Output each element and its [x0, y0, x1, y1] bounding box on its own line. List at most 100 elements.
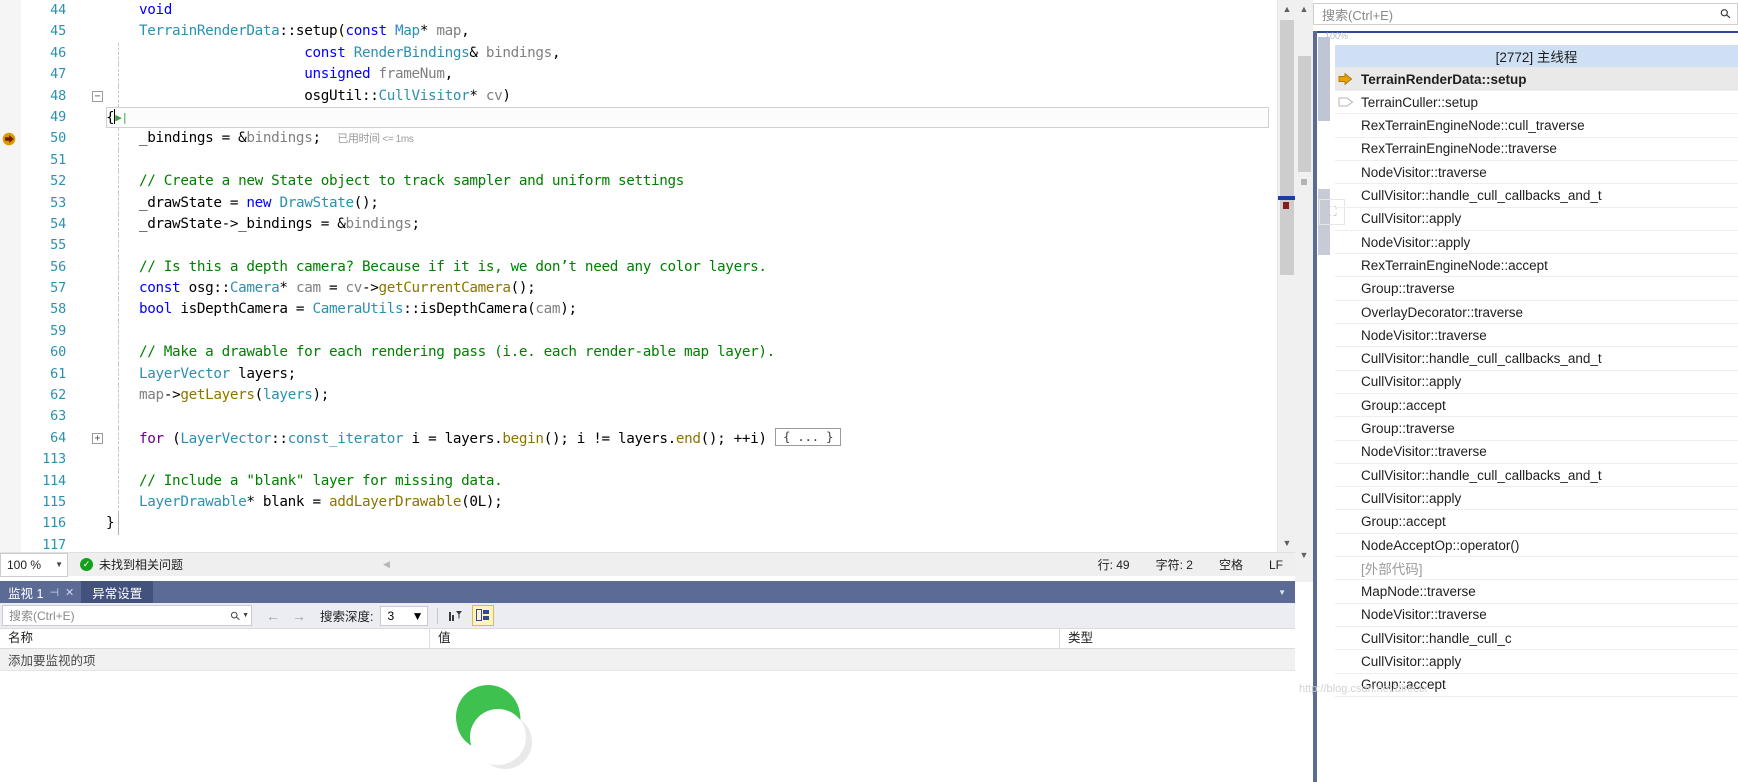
call-stack-frame[interactable]: [外部代码]: [1335, 557, 1738, 581]
call-stack-frame[interactable]: NodeVisitor::traverse: [1335, 324, 1738, 348]
zoom-level-combobox[interactable]: 100 % ▼: [0, 552, 68, 577]
code-line[interactable]: 54 _drawState->_bindings = &bindings;: [0, 213, 1277, 236]
inner-scrollbar-thumb[interactable]: [1318, 37, 1330, 121]
pin-icon[interactable]: ⊣: [49, 586, 59, 599]
call-stack-frame[interactable]: CullVisitor::handle_cull_callbacks_and_t: [1335, 185, 1738, 208]
code-line[interactable]: 61 LayerVector layers;: [0, 363, 1277, 386]
watch-search-navigation[interactable]: ← →: [266, 608, 306, 624]
code-text[interactable]: for (LayerVector::const_iterator i = lay…: [106, 427, 842, 450]
code-line[interactable]: 46 const RenderBindings& bindings,: [0, 42, 1277, 65]
code-line[interactable]: 60 // Make a drawable for each rendering…: [0, 342, 1277, 364]
tabbar-overflow-icon[interactable]: ▼: [1278, 588, 1295, 597]
editor-vertical-scrollbar[interactable]: ▲ ▼: [1277, 0, 1295, 552]
layout-toggle-icon[interactable]: [472, 605, 495, 626]
scroll-down-icon[interactable]: ▼: [1278, 534, 1295, 552]
panel-vertical-scrollbar[interactable]: ▲ ▼: [1295, 0, 1313, 582]
code-line[interactable]: 62 map->getLayers(layers);: [0, 385, 1277, 407]
call-stack-frame[interactable]: Group::accept: [1335, 511, 1738, 534]
close-icon[interactable]: ✕: [65, 586, 74, 599]
scrollbar-thumb[interactable]: [1298, 56, 1311, 172]
call-stack-thread-header[interactable]: [2772] 主线程: [1335, 45, 1738, 68]
call-stack-frame[interactable]: NodeVisitor::traverse: [1335, 604, 1738, 627]
call-stack-frame[interactable]: RexTerrainEngineNode::traverse: [1335, 138, 1738, 161]
code-line[interactable]: 113: [0, 449, 1277, 471]
code-line[interactable]: 50 _bindings = &bindings; 已用时间 <= 1ms: [0, 128, 1277, 150]
call-stack-frame[interactable]: Group::accept: [1335, 394, 1738, 418]
code-line[interactable]: 49 {▶|: [0, 106, 1277, 129]
code-text[interactable]: // Include a "blank" layer for missing d…: [106, 471, 503, 492]
nav-previous-icon[interactable]: ◀: [383, 559, 390, 570]
code-text[interactable]: // Is this a depth camera? Because if it…: [106, 257, 767, 278]
code-text[interactable]: osgUtil::CullVisitor* cv): [106, 86, 511, 107]
code-text[interactable]: LayerDrawable* blank = addLayerDrawable(…: [106, 492, 503, 513]
line-ending-indicator[interactable]: LF: [1269, 558, 1283, 572]
call-stack-frame[interactable]: RexTerrainEngineNode::cull_traverse: [1335, 115, 1738, 138]
code-text[interactable]: TerrainRenderData::setup(const Map* map,: [106, 21, 470, 42]
tab-watch-1[interactable]: 监视 1 ⊣ ✕: [0, 581, 81, 603]
call-stack-frame[interactable]: NodeVisitor::apply: [1335, 231, 1738, 255]
code-text[interactable]: _drawState = new DrawState();: [106, 193, 379, 214]
code-line[interactable]: 116}: [0, 513, 1277, 535]
collapse-icon[interactable]: −: [92, 90, 103, 102]
call-stack-frame[interactable]: NodeVisitor::traverse: [1335, 161, 1738, 185]
search-icon[interactable]: ⚲: [228, 608, 244, 624]
code-line[interactable]: 55: [0, 235, 1277, 257]
call-stack-frame[interactable]: OverlayDecorator::traverse: [1335, 301, 1738, 324]
search-icon[interactable]: ⚲: [1717, 5, 1735, 23]
code-text[interactable]: void: [106, 0, 172, 21]
code-line[interactable]: 48 − osgUtil::CullVisitor* cv): [0, 85, 1277, 107]
tab-exception-settings[interactable]: 异常设置: [81, 581, 154, 603]
column-header-value[interactable]: 值: [430, 628, 1060, 649]
code-line[interactable]: 64 + for (LayerVector::const_iterator i =…: [0, 427, 1277, 450]
code-text[interactable]: unsigned frameNum,: [106, 64, 453, 85]
code-text[interactable]: const RenderBindings& bindings,: [106, 43, 560, 64]
code-text[interactable]: _drawState->_bindings = &bindings;: [106, 214, 420, 235]
code-text[interactable]: bool isDepthCamera = CameraUtils::isDept…: [106, 299, 577, 320]
code-line[interactable]: 63: [0, 406, 1277, 428]
call-stack-frame[interactable]: Group::traverse: [1335, 278, 1738, 301]
call-stack-frame[interactable]: CullVisitor::apply: [1335, 651, 1738, 674]
code-text[interactable]: }: [106, 513, 115, 534]
call-stack-frame[interactable]: CullVisitor::handle_cull_c: [1335, 627, 1738, 651]
code-text[interactable]: {▶|: [106, 107, 128, 129]
code-lines-container[interactable]: 44 void 45 TerrainRenderData::setup(const…: [0, 0, 1277, 552]
indentation-indicator[interactable]: 空格: [1219, 556, 1243, 573]
call-stack-frame[interactable]: CullVisitor::apply: [1335, 371, 1738, 394]
call-stack-frame[interactable]: Group::traverse: [1335, 418, 1738, 441]
call-stack-frame[interactable]: CullVisitor::handle_cull_callbacks_and_t: [1335, 464, 1738, 488]
column-header-type[interactable]: 类型: [1060, 628, 1093, 649]
call-stack-frame[interactable]: MapNode::traverse: [1335, 581, 1738, 604]
code-line[interactable]: 56 // Is this a depth camera? Because if…: [0, 256, 1277, 279]
call-stack-frame[interactable]: CullVisitor::apply: [1335, 208, 1738, 231]
column-header-name[interactable]: 名称: [0, 628, 430, 649]
scroll-up-icon[interactable]: ▲: [1295, 0, 1313, 18]
call-stack-frame[interactable]: NodeVisitor::traverse: [1335, 441, 1738, 464]
watch-search-input[interactable]: 搜索(Ctrl+E) ⚲ ▼: [2, 605, 252, 626]
code-line[interactable]: 117: [0, 535, 1277, 552]
code-text[interactable]: // Make a drawable for each rendering pa…: [106, 342, 775, 363]
scroll-down-icon[interactable]: ▼: [1295, 546, 1313, 564]
code-line[interactable]: 52 // Create a new State object to track…: [0, 171, 1277, 193]
call-stack-frame[interactable]: NodeAcceptOp::operator(): [1335, 534, 1738, 557]
current-statement-arrow-icon[interactable]: [2, 132, 18, 146]
code-line[interactable]: 53 _drawState = new DrawState();: [0, 192, 1277, 214]
code-line[interactable]: 115 LayerDrawable* blank = addLayerDrawa…: [0, 491, 1277, 514]
chevron-down-icon[interactable]: ▼: [242, 612, 249, 619]
call-stack-search-input[interactable]: 搜索(Ctrl+E) ⚲: [1313, 3, 1738, 25]
code-line[interactable]: 44 void: [0, 0, 1277, 21]
search-depth-combobox[interactable]: 3 ▼: [380, 605, 429, 626]
call-stack-frame[interactable]: RexTerrainEngineNode::accept: [1335, 254, 1738, 278]
code-text[interactable]: map->getLayers(layers);: [106, 385, 329, 406]
call-stack-frame[interactable]: TerrainRenderData::setup: [1335, 68, 1738, 91]
code-text[interactable]: _bindings = &bindings; 已用时间 <= 1ms: [106, 128, 414, 150]
search-prev-icon[interactable]: ←: [266, 608, 280, 624]
code-line[interactable]: 51: [0, 149, 1277, 172]
scrollbar-thumb[interactable]: [1280, 20, 1294, 275]
code-text[interactable]: LayerVector layers;: [106, 364, 296, 385]
watch-list-body[interactable]: [0, 671, 1295, 782]
code-line[interactable]: 45 TerrainRenderData::setup(const Map* m…: [0, 21, 1277, 42]
code-line[interactable]: 114 // Include a "blank" layer for missi…: [0, 470, 1277, 492]
search-next-icon[interactable]: →: [292, 608, 306, 624]
code-text[interactable]: const osg::Camera* cam = cv->getCurrentC…: [106, 278, 536, 299]
call-stack-frame[interactable]: CullVisitor::handle_cull_callbacks_and_t: [1335, 348, 1738, 371]
